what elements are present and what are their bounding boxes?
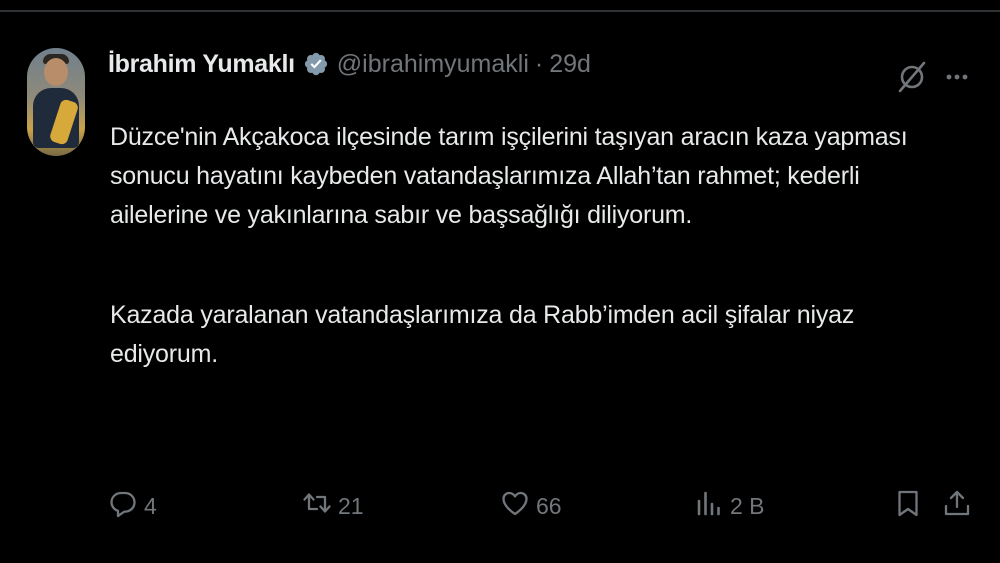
reply-count: 4	[144, 492, 157, 519]
like-button[interactable]: 66	[500, 478, 562, 534]
reply-icon	[108, 488, 138, 524]
reply-button[interactable]: 4	[108, 478, 157, 534]
author-handle[interactable]: @ibrahimyumakli	[337, 50, 529, 79]
bookmark-button[interactable]	[893, 478, 923, 534]
share-icon	[942, 488, 972, 524]
tweet-paragraph-1: Düzce'nin Akçakoca ilçesinde tarım işçil…	[110, 123, 908, 229]
avatar[interactable]	[27, 48, 85, 156]
author-name[interactable]: İbrahim Yumaklı	[108, 50, 295, 79]
timestamp[interactable]: 29d	[549, 50, 591, 79]
separator-dot: ·	[534, 49, 544, 78]
share-button[interactable]	[942, 478, 972, 534]
like-count: 66	[536, 492, 562, 519]
bookmark-icon	[893, 488, 923, 524]
views-button[interactable]: 2 B	[694, 478, 765, 534]
more-icon[interactable]	[944, 64, 970, 90]
action-bar: 4 21 66 2 B	[0, 478, 1000, 534]
tweet-header: İbrahim Yumaklı @ibrahimyumakli · 29d	[108, 46, 591, 82]
verified-badge-icon[interactable]	[303, 51, 329, 77]
heart-icon	[500, 488, 530, 524]
repost-count: 21	[338, 492, 364, 519]
grok-icon[interactable]	[895, 60, 929, 94]
repost-icon	[302, 488, 332, 524]
tweet-card[interactable]: İbrahim Yumaklı @ibrahimyumakli · 29d Dü…	[0, 0, 1000, 551]
views-count: 2 B	[730, 492, 765, 519]
views-icon	[694, 488, 724, 524]
tweet-text: Düzce'nin Akçakoca ilçesinde tarım işçil…	[110, 118, 960, 374]
tweet-paragraph-2: Kazada yaralanan vatandaşlarımıza da Rab…	[110, 301, 855, 368]
repost-button[interactable]: 21	[302, 478, 364, 534]
